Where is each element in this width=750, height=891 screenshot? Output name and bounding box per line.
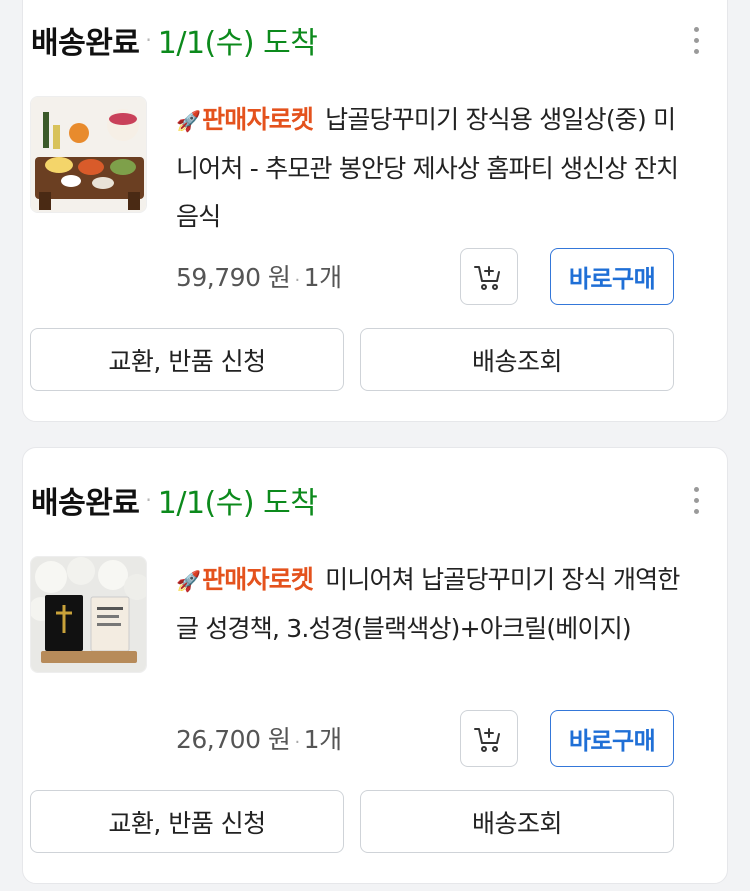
add-to-cart-button[interactable] bbox=[460, 710, 518, 767]
separator-dot: · bbox=[145, 488, 152, 512]
product-title[interactable]: 🚀판매자로켓 미니어쳐 납골당꾸미기 장식 개역한글 성경책, 3.성경(블랙색상… bbox=[176, 556, 681, 653]
seller-rocket-badge: 🚀판매자로켓 bbox=[176, 105, 314, 134]
delivery-status: 배송완료 bbox=[31, 26, 140, 61]
product-thumbnail[interactable] bbox=[30, 96, 147, 213]
track-delivery-button[interactable]: 배송조회 bbox=[360, 790, 674, 853]
quantity: 1개 bbox=[303, 263, 342, 292]
buy-now-button[interactable]: 바로구매 bbox=[550, 710, 674, 767]
arrival-date: 1/1(수) 도착 bbox=[157, 26, 318, 61]
add-to-cart-icon bbox=[474, 265, 500, 290]
price: 26,700 원 bbox=[176, 725, 291, 754]
price: 59,790 원 bbox=[176, 263, 291, 292]
rocket-icon: 🚀 bbox=[176, 109, 201, 133]
exchange-return-button[interactable]: 교환, 반품 신청 bbox=[30, 790, 344, 853]
add-to-cart-button[interactable] bbox=[460, 248, 518, 305]
more-options-icon[interactable] bbox=[686, 480, 706, 520]
buy-now-button[interactable]: 바로구매 bbox=[550, 248, 674, 305]
add-to-cart-icon bbox=[474, 727, 500, 752]
seller-rocket-badge: 🚀판매자로켓 bbox=[176, 565, 314, 594]
product-title[interactable]: 🚀판매자로켓 납골당꾸미기 장식용 생일상(중) 미니어처 - 추모관 봉안당 제… bbox=[176, 96, 681, 241]
product-thumbnail[interactable] bbox=[30, 556, 147, 673]
track-delivery-button[interactable]: 배송조회 bbox=[360, 328, 674, 391]
price-qty: 59,790 원 · 1개 bbox=[176, 263, 342, 292]
more-options-icon[interactable] bbox=[686, 20, 706, 60]
arrival-date: 1/1(수) 도착 bbox=[157, 486, 318, 521]
exchange-return-button[interactable]: 교환, 반품 신청 bbox=[30, 328, 344, 391]
delivery-status: 배송완료 bbox=[31, 486, 140, 521]
price-qty: 26,700 원 · 1개 bbox=[176, 725, 342, 754]
quantity: 1개 bbox=[303, 725, 342, 754]
order-list: 배송완료 · 1/1(수) 도착 🚀판매자로켓 납골당꾸미기 장식용 생일상(중)… bbox=[0, 0, 750, 891]
rocket-icon: 🚀 bbox=[176, 569, 201, 593]
order-header: 배송완료 · 1/1(수) 도착 bbox=[31, 475, 318, 525]
separator-dot: · bbox=[145, 28, 152, 52]
order-header: 배송완료 · 1/1(수) 도착 bbox=[31, 15, 318, 65]
